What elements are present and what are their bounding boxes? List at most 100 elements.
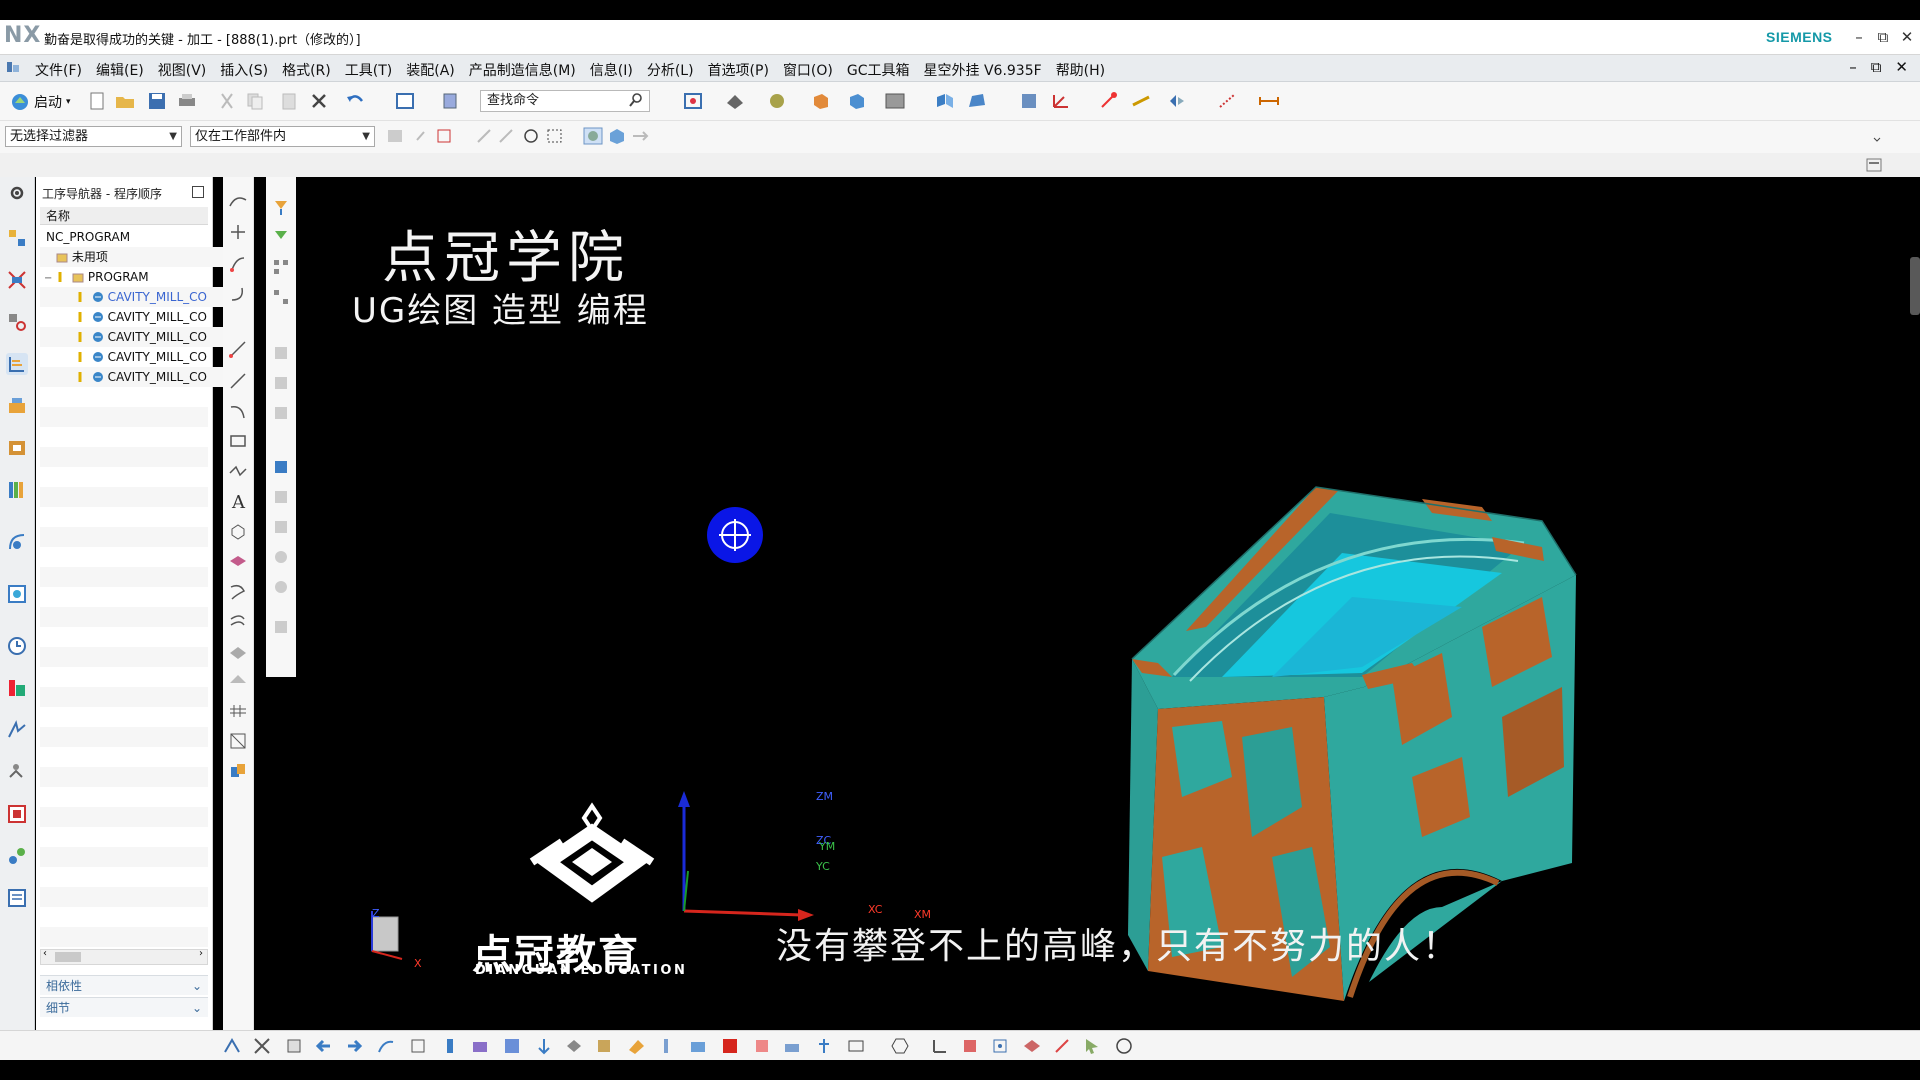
- window-layout-icon[interactable]: [394, 91, 416, 111]
- line-icon[interactable]: [228, 339, 248, 359]
- section-view-icon[interactable]: [934, 91, 956, 111]
- doc-restore-button[interactable]: ⧉: [1871, 58, 1882, 76]
- feature-mirror-icon[interactable]: [271, 227, 291, 247]
- grid-icon[interactable]: [960, 1036, 980, 1056]
- constraint-navigator-icon[interactable]: [6, 311, 28, 333]
- tree-node-unused[interactable]: 未用项: [40, 247, 224, 267]
- replay-toolpath-icon[interactable]: [408, 1036, 428, 1056]
- generate-toolpath-icon[interactable]: [376, 1036, 396, 1056]
- circle-select-icon[interactable]: [520, 126, 542, 146]
- selection-filter-select[interactable]: 无选择过滤器 ▼: [5, 126, 182, 147]
- undo-icon[interactable]: [344, 91, 366, 111]
- touch-mode-icon[interactable]: [440, 91, 462, 111]
- point-icon[interactable]: [990, 1036, 1010, 1056]
- operation-row-2[interactable]: CAVITY_MILL_CO: [40, 307, 244, 327]
- menu-file[interactable]: 文件(F): [28, 58, 89, 82]
- print-icon[interactable]: [176, 91, 198, 111]
- command-search-input[interactable]: 查找命令: [480, 90, 650, 112]
- gear-icon[interactable]: [6, 182, 28, 204]
- history-list-icon[interactable]: [6, 887, 28, 909]
- output-cls-icon[interactable]: [564, 1036, 584, 1056]
- mesh-surface-icon[interactable]: [228, 701, 248, 721]
- hexagon-icon[interactable]: [890, 1036, 910, 1056]
- menu-window[interactable]: 窗口(O): [776, 58, 840, 82]
- render-style-icon[interactable]: [724, 91, 746, 111]
- sketch-profile-icon[interactable]: [228, 192, 248, 212]
- delete-icon[interactable]: [308, 91, 330, 111]
- roles-icon[interactable]: [6, 803, 28, 825]
- post-process-icon[interactable]: [502, 1036, 522, 1056]
- wcs-orient-icon[interactable]: [930, 1036, 950, 1056]
- menu-analysis[interactable]: 分析(L): [640, 58, 701, 82]
- select-body-icon[interactable]: [496, 126, 518, 146]
- scrollbar-thumb[interactable]: [55, 952, 81, 962]
- cursor-icon[interactable]: [1082, 1036, 1102, 1056]
- point-snap-icon[interactable]: [1216, 91, 1238, 111]
- panel-toggle-icon[interactable]: [1866, 158, 1882, 172]
- create-program-icon[interactable]: [222, 1036, 242, 1056]
- hd3d-tools-icon[interactable]: [6, 531, 28, 553]
- tool-holder-icon[interactable]: [656, 1036, 676, 1056]
- unite-icon[interactable]: [228, 761, 248, 781]
- filter-options-icon[interactable]: [384, 126, 406, 146]
- solid-select-icon[interactable]: [606, 126, 628, 146]
- rectangle-icon[interactable]: [228, 431, 248, 451]
- process-studio-icon[interactable]: [6, 719, 28, 741]
- distance-icon[interactable]: [1258, 91, 1280, 111]
- menu-pmi[interactable]: 产品制造信息(M): [462, 58, 583, 82]
- snap-point-icon[interactable]: [1098, 91, 1120, 111]
- menu-view[interactable]: 视图(V): [151, 58, 214, 82]
- minimize-button[interactable]: –: [1848, 26, 1870, 48]
- verify-toolpath-icon[interactable]: [440, 1036, 460, 1056]
- part-navigator-icon[interactable]: [6, 227, 28, 249]
- selection-priority-icon[interactable]: [582, 126, 604, 146]
- cut-icon[interactable]: [216, 91, 238, 111]
- sketch-intersect-icon[interactable]: [228, 222, 248, 242]
- viewport-scroll-handle[interactable]: [1910, 257, 1920, 315]
- assembly-navigator-icon[interactable]: [6, 269, 28, 291]
- tree-node-program[interactable]: − PROGRAM: [40, 267, 212, 287]
- menu-gc-toolbox[interactable]: GC工具箱: [840, 58, 917, 82]
- operation-row-3[interactable]: CAVITY_MILL_CO: [40, 327, 244, 347]
- history-clock-icon[interactable]: [6, 635, 28, 657]
- selection-mode-icon[interactable]: [1166, 91, 1188, 111]
- menu-format[interactable]: 格式(R): [275, 58, 338, 82]
- doc-close-button[interactable]: ✕: [1895, 58, 1908, 76]
- shaded-sphere-icon[interactable]: [766, 91, 788, 111]
- bridge-surface-icon[interactable]: [228, 671, 248, 691]
- boss-feature-icon[interactable]: [271, 373, 291, 393]
- palette-icon[interactable]: [6, 845, 28, 867]
- snap-icon[interactable]: [1052, 1036, 1072, 1056]
- offset-curve-icon[interactable]: [228, 611, 248, 631]
- close-button[interactable]: ✕: [1896, 26, 1918, 48]
- scroll-right-icon[interactable]: ›: [199, 948, 203, 959]
- collapse-icon[interactable]: −: [44, 273, 52, 284]
- measure-icon[interactable]: [1130, 91, 1152, 111]
- graphics-viewport[interactable]: 点冠学院 UG绘图 造型 编程 ZM ZC YM YC XC XM Z X 点冠…: [302, 177, 1920, 1030]
- synchronous-offset-icon[interactable]: [271, 517, 291, 537]
- rectangle-select-icon[interactable]: [846, 1036, 866, 1056]
- web-browser-icon[interactable]: [6, 583, 28, 605]
- tree-node-nc-program[interactable]: NC_PROGRAM: [40, 227, 214, 247]
- feature-pattern-icon[interactable]: [271, 287, 291, 307]
- search-icon[interactable]: [628, 92, 644, 108]
- create-tool-icon[interactable]: [252, 1036, 272, 1056]
- new-file-icon[interactable]: [86, 91, 108, 111]
- save-icon[interactable]: [146, 91, 168, 111]
- doc-minimize-button[interactable]: –: [1849, 58, 1857, 76]
- method-icon[interactable]: [688, 1036, 708, 1056]
- rectangle-select-icon[interactable]: [544, 126, 566, 146]
- stop-icon[interactable]: [720, 1036, 740, 1056]
- circle-icon[interactable]: [1114, 1036, 1134, 1056]
- operation-row-4[interactable]: CAVITY_MILL_CO: [40, 347, 244, 367]
- wcs-icon[interactable]: [1050, 91, 1072, 111]
- menu-help[interactable]: 帮助(H): [1049, 58, 1112, 82]
- column-header-name[interactable]: 名称: [40, 207, 208, 225]
- open-folder-icon[interactable]: [114, 91, 136, 111]
- orient-view-icon[interactable]: [810, 91, 832, 111]
- synchronous-replace-icon[interactable]: [271, 487, 291, 507]
- manufacturing-wizard-icon[interactable]: [6, 761, 28, 783]
- synchronous-delete-icon[interactable]: [271, 577, 291, 597]
- operation-row-1[interactable]: CAVITY_MILL_CO: [40, 287, 244, 307]
- menu-plugin[interactable]: 星空外挂 V6.935F: [917, 58, 1049, 82]
